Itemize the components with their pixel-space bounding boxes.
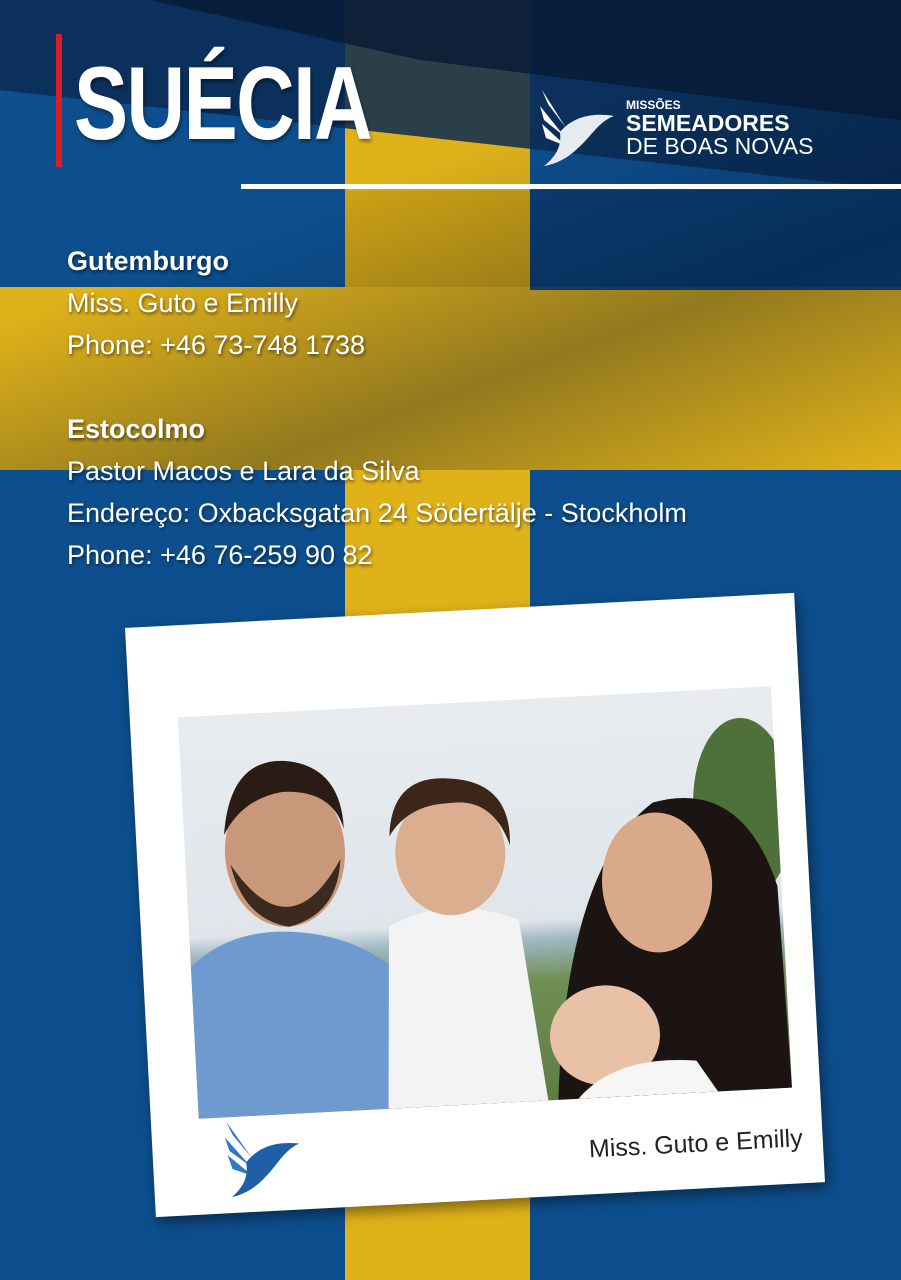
contact-phone: Phone: +46 76-259 90 82 xyxy=(67,540,373,570)
contact-info: Gutemburgo Miss. Guto e Emilly Phone: +4… xyxy=(67,240,687,576)
logo-line-2: SEMEADORES xyxy=(626,110,790,136)
dove-logo-icon xyxy=(224,1121,300,1198)
dove-icon xyxy=(540,90,614,166)
contact-line: Miss. Guto e Emilly xyxy=(67,288,299,318)
contact-line: Pastor Macos e Lara da Silva xyxy=(67,456,420,486)
family-photo xyxy=(177,686,792,1119)
header-divider xyxy=(241,184,901,189)
contact-phone: Phone: +46 73-748 1738 xyxy=(67,330,366,360)
organization-logo: MISSÕES SEMEADORES DE BOAS NOVAS xyxy=(538,88,813,168)
page-title: SUÉCIA xyxy=(74,46,373,162)
contact-estocolmo: Estocolmo Pastor Macos e Lara da Silva E… xyxy=(67,408,687,576)
city-name: Estocolmo xyxy=(67,414,206,444)
photo-caption: Miss. Guto e Emilly xyxy=(588,1124,804,1164)
city-name: Gutemburgo xyxy=(67,246,229,276)
contact-gutemburgo: Gutemburgo Miss. Guto e Emilly Phone: +4… xyxy=(67,240,687,366)
polaroid-photo-frame: Miss. Guto e Emilly xyxy=(125,592,825,1218)
logo-line-3: DE BOAS NOVAS xyxy=(626,133,814,159)
contact-address: Endereço: Oxbacksgatan 24 Södertälje - S… xyxy=(67,498,687,528)
title-accent-bar xyxy=(56,34,62,167)
